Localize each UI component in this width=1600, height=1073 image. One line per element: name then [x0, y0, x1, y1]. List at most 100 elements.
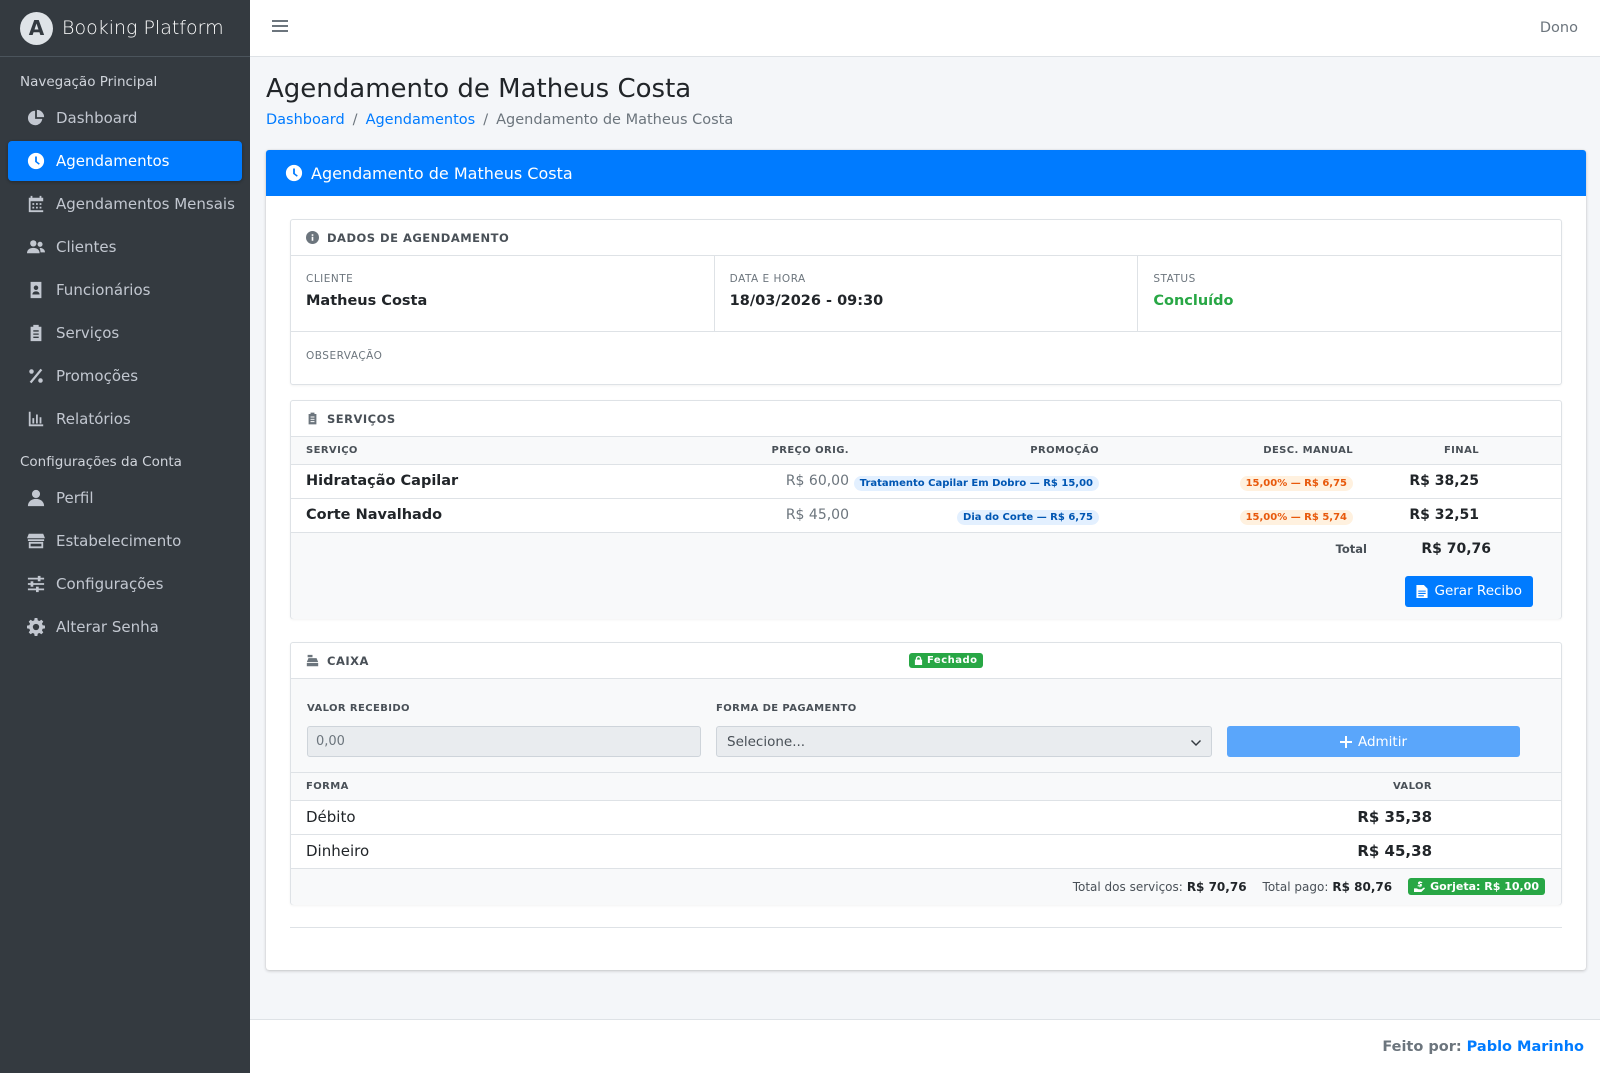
column-header: FORMA	[306, 780, 349, 792]
sidebar-item-label: Promoções	[56, 367, 139, 385]
gerar-recibo-button[interactable]: Gerar Recibo	[1405, 575, 1533, 607]
plus-icon	[1339, 735, 1352, 748]
sidebar-item-promocoes[interactable]: Promoções	[8, 356, 242, 396]
cash-register-icon	[306, 654, 319, 667]
sliders-icon	[26, 574, 46, 594]
store-icon	[26, 531, 46, 551]
servico-final: R$ 38,25	[1353, 464, 1479, 499]
sidebar-item-relatorios[interactable]: Relatórios	[8, 399, 242, 439]
table-header-row: SERVIÇO PREÇO ORIG. PROMOÇÃO DESC. MANUA…	[291, 437, 1561, 464]
sidebar-item-label: Dashboard	[56, 109, 138, 127]
select-value: Selecione...	[727, 733, 806, 750]
status-value: Concluído	[1153, 293, 1234, 309]
divider	[290, 927, 1562, 928]
servicos-footer: Total R$ 70,76 Gerar Recibo	[291, 532, 1561, 619]
gear-icon	[26, 617, 46, 637]
valor-label: VALOR RECEBIDO	[307, 703, 410, 714]
clipboard-icon	[26, 323, 46, 343]
column-header: SERVIÇO	[306, 444, 358, 456]
breadcrumb-agendamentos[interactable]: Agendamentos	[366, 112, 476, 128]
breadcrumb: Dashboard / Agendamentos / Agendamento d…	[266, 112, 1600, 128]
caixa-card: CAIXA Fechado VALOR RECEBIDO FORMA DE PA…	[290, 642, 1562, 905]
caixa-form: VALOR RECEBIDO FORMA DE PAGAMENTO 0,00 S…	[291, 679, 1561, 773]
table-row: Débito R$ 35,38	[291, 800, 1561, 835]
pagamentos-table: FORMA VALOR Débito R$ 35,38 Dinheiro R$ …	[291, 773, 1561, 869]
total-value: R$ 70,76	[1421, 540, 1491, 557]
hamburger-menu-icon[interactable]	[272, 18, 288, 38]
card-header: Agendamento de Matheus Costa	[266, 150, 1586, 196]
data-value: 18/03/2026 - 09:30	[729, 293, 884, 309]
observacao-label: OBSERVAÇÃO	[306, 350, 383, 362]
servico-final: R$ 32,51	[1353, 498, 1479, 533]
sidebar-item-label: Alterar Senha	[56, 618, 159, 636]
sidebar-item-configuracoes[interactable]: Configurações	[8, 564, 242, 604]
servico-name: Corte Navalhado	[291, 498, 711, 533]
pagamento-valor: R$ 45,38	[643, 834, 1561, 869]
desc-badge: 15,00% — R$ 5,74	[1239, 509, 1353, 525]
content: Agendamento de Matheus Costa Dashboard /…	[250, 57, 1600, 970]
column-header: PREÇO ORIG.	[771, 444, 849, 456]
sidebar-item-alterar-senha[interactable]: Alterar Senha	[8, 607, 242, 647]
info-icon	[306, 231, 319, 244]
chart-pie-icon	[26, 108, 46, 128]
column-header: PROMOÇÃO	[1030, 444, 1099, 456]
sidebar-item-label: Relatórios	[56, 410, 131, 428]
brand[interactable]: A Booking Platform	[0, 0, 250, 57]
page-title: Agendamento de Matheus Costa	[266, 74, 692, 104]
data-cell: DATA E HORA 18/03/2026 - 09:30	[715, 256, 1139, 331]
desc-badge: 15,00% — R$ 6,75	[1239, 475, 1353, 491]
column-header: VALOR	[1392, 780, 1432, 792]
bar-chart-icon	[26, 409, 46, 429]
status-cell: STATUS Concluído	[1138, 256, 1561, 331]
sidebar-item-funcionarios[interactable]: Funcionários	[8, 270, 242, 310]
sidebar-item-clientes[interactable]: Clientes	[8, 227, 242, 267]
promo-badge: Dia do Corte — R$ 6,75	[957, 509, 1099, 525]
cliente-label: CLIENTE	[306, 273, 354, 285]
table-row: Corte Navalhado R$ 45,00 Dia do Corte — …	[291, 498, 1561, 533]
data-label: DATA E HORA	[729, 273, 806, 285]
total-servicos: Total dos serviços: R$ 70,76	[1072, 879, 1247, 894]
sidebar-item-agendamentos-mensais[interactable]: Agendamentos Mensais	[8, 184, 242, 224]
file-icon	[1416, 584, 1429, 598]
sidebar-item-dashboard[interactable]: Dashboard	[8, 98, 242, 138]
sidebar-item-label: Agendamentos	[56, 152, 170, 170]
footer: Feito por: Pablo Marinho	[250, 1019, 1600, 1073]
gorjeta-badge: Gorjeta: R$ 10,00	[1408, 878, 1545, 895]
pagamento-valor: R$ 35,38	[643, 800, 1561, 835]
servicos-header: SERVIÇOS	[291, 401, 1561, 437]
sidebar-item-agendamentos[interactable]: Agendamentos	[8, 141, 242, 181]
total-pago: Total pago: R$ 80,76	[1262, 879, 1393, 894]
dados-card: DADOS DE AGENDAMENTO CLIENTE Matheus Cos…	[290, 219, 1562, 385]
footer-author-link[interactable]: Pablo Marinho	[1467, 1039, 1584, 1055]
valor-recebido-input[interactable]: 0,00	[307, 726, 701, 757]
clipboard-icon	[308, 412, 317, 425]
user-menu[interactable]: Dono	[1540, 20, 1578, 36]
sidebar-item-label: Serviços	[56, 324, 120, 342]
dados-header: DADOS DE AGENDAMENTO	[291, 220, 1561, 256]
admitir-button[interactable]: Admitir	[1227, 726, 1520, 757]
footer-label: Feito por:	[1382, 1038, 1462, 1055]
sidebar-item-label: Estabelecimento	[56, 532, 182, 550]
agendamento-card: Agendamento de Matheus Costa DADOS DE AG…	[266, 150, 1586, 970]
sidebar-item-label: Configurações	[56, 575, 164, 593]
sidebar-item-label: Perfil	[56, 489, 94, 507]
sidebar-item-servicos[interactable]: Serviços	[8, 313, 242, 353]
breadcrumb-separator: /	[352, 112, 358, 128]
caixa-footer: Total dos serviços: R$ 70,76 Total pago: R…	[291, 868, 1561, 905]
percent-icon	[26, 366, 46, 386]
nav-section-account: Configurações da Conta	[20, 454, 182, 470]
column-header: FINAL	[1443, 444, 1479, 456]
brand-name: Booking Platform	[62, 17, 224, 39]
sidebar-item-estabelecimento[interactable]: Estabelecimento	[8, 521, 242, 561]
breadcrumb-current: Agendamento de Matheus Costa	[496, 112, 734, 128]
sidebar-item-perfil[interactable]: Perfil	[8, 478, 242, 518]
clock-icon	[285, 164, 303, 182]
user-icon	[26, 488, 46, 508]
nav-section-main: Navegação Principal	[20, 74, 158, 90]
servico-name: Hidratação Capilar	[291, 464, 711, 499]
hand-money-icon	[1414, 881, 1426, 892]
observacao: OBSERVAÇÃO	[291, 332, 1561, 380]
servicos-table: SERVIÇO PREÇO ORIG. PROMOÇÃO DESC. MANUA…	[291, 437, 1561, 533]
forma-pagamento-select[interactable]: Selecione...	[716, 726, 1212, 757]
breadcrumb-dashboard[interactable]: Dashboard	[266, 112, 345, 128]
